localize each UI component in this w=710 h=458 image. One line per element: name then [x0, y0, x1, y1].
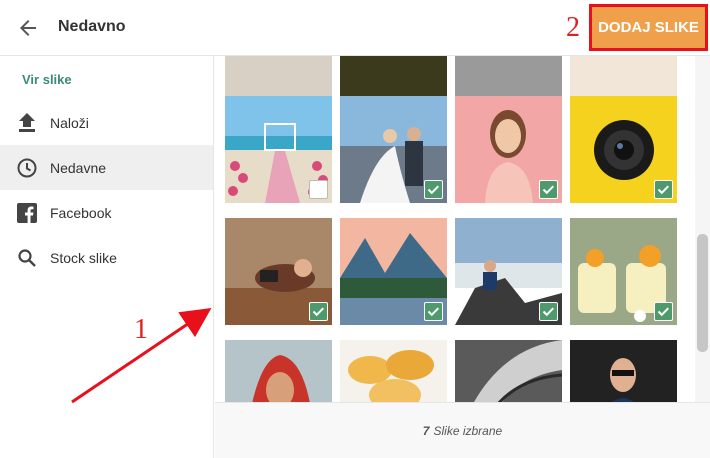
select-checkbox[interactable]: [309, 180, 328, 199]
step-1-annotation: 1: [134, 314, 148, 345]
mountain-lake-photo[interactable]: [340, 218, 447, 325]
step-2-annotation: 2: [566, 12, 580, 43]
selection-footer: 7 Slike izbrane: [215, 402, 710, 458]
dessert-jars-photo[interactable]: [570, 218, 677, 325]
check-icon[interactable]: [654, 302, 673, 321]
add-images-button[interactable]: DODAJ SLIKE: [589, 4, 708, 51]
search-icon: [16, 247, 38, 269]
check-icon[interactable]: [424, 180, 443, 199]
arrow-left-icon[interactable]: [16, 16, 40, 40]
man-suit-photo[interactable]: [570, 340, 677, 402]
sidebar-item-label: Nedavne: [50, 159, 107, 176]
mountain-photographer-photo[interactable]: [455, 218, 562, 325]
sidebar: Vir slike Naloži Nedavne Facebook Stock …: [0, 56, 214, 458]
sidebar-item-stock[interactable]: Stock slike: [0, 235, 213, 280]
sidebar-item-facebook[interactable]: Facebook: [0, 190, 213, 235]
facebook-icon: [16, 202, 38, 224]
top-bar: Nedavno 2 DODAJ SLIKE: [0, 0, 710, 56]
selected-count: 7: [422, 423, 430, 438]
check-icon[interactable]: [539, 302, 558, 321]
selected-label: Slike izbrane: [433, 423, 503, 438]
sidebar-item-label: Naloži: [50, 114, 89, 131]
check-icon[interactable]: [309, 302, 328, 321]
camera-lens-photo[interactable]: [570, 96, 677, 203]
check-icon[interactable]: [654, 180, 673, 199]
check-icon[interactable]: [539, 180, 558, 199]
beach-wedding-photo[interactable]: [225, 96, 332, 203]
check-icon[interactable]: [424, 302, 443, 321]
sidebar-item-upload[interactable]: Naloži: [0, 100, 213, 145]
chips-photo[interactable]: [340, 340, 447, 402]
gallery-scrollbar[interactable]: [695, 56, 710, 402]
image-gallery: [215, 56, 695, 402]
woman-portrait-photo[interactable]: [455, 96, 562, 203]
sidebar-heading: Vir slike: [22, 72, 72, 87]
upload-icon: [16, 112, 38, 134]
wedding-couple-photo[interactable]: [340, 96, 447, 203]
clock-icon: [16, 157, 38, 179]
page-title: Nedavno: [58, 18, 126, 35]
bride-portrait-photo[interactable]: [225, 340, 332, 402]
architecture-photo[interactable]: [455, 340, 562, 402]
sidebar-item-label: Stock slike: [50, 249, 117, 266]
sidebar-item-label: Facebook: [50, 204, 112, 221]
sidebar-item-recent[interactable]: Nedavne: [0, 145, 213, 190]
scrollbar-thumb[interactable]: [697, 234, 708, 352]
photographer-autumn-photo[interactable]: [225, 218, 332, 325]
